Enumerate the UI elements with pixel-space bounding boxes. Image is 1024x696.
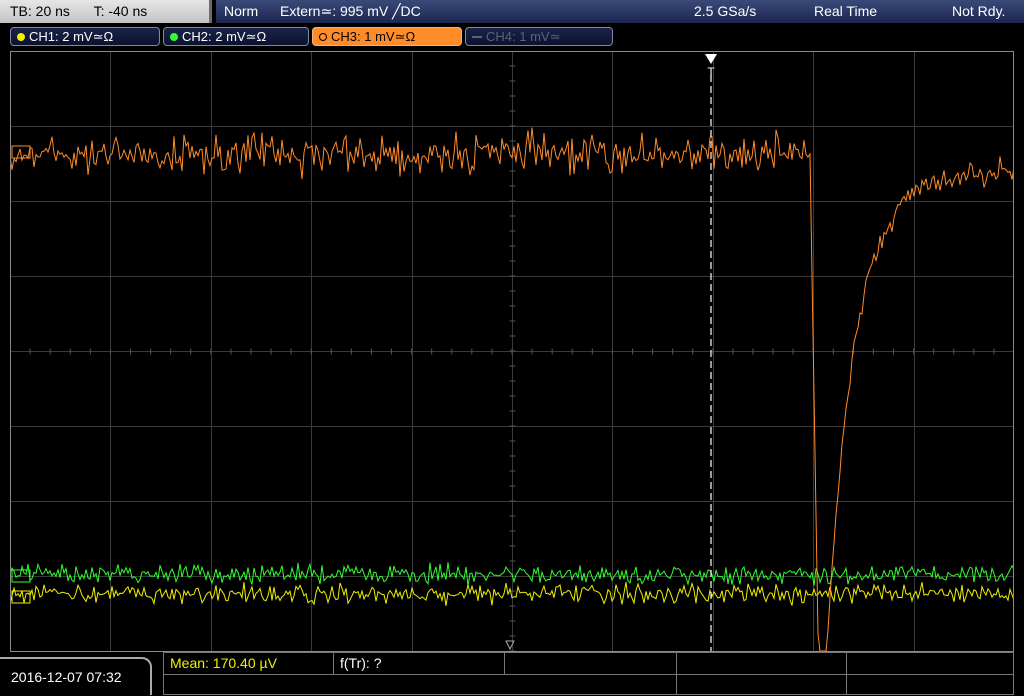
trigger-arrow-icon[interactable] xyxy=(705,54,717,64)
ch1-indicator-icon xyxy=(17,32,25,41)
channel-label-ch3: CH3: 1 mV≃Ω xyxy=(331,29,416,44)
ch3-indicator-icon xyxy=(319,32,327,41)
datetime-label: 2016-12-07 07:32 xyxy=(11,669,122,685)
channel-tab-ch4[interactable]: CH4: 1 mV≃ xyxy=(465,27,613,46)
timebase-box[interactable]: TB: 20 ns T: -40 ns xyxy=(0,0,212,23)
trigger-bar[interactable]: Norm Extern≃: 995 mV ╱DC 2.5 GSa/s Real … xyxy=(216,0,1024,23)
sample-rate-label: 2.5 GSa/s xyxy=(694,3,757,19)
ch2-indicator-icon xyxy=(170,32,178,41)
status-bar: TB: 20 ns T: -40 ns Norm Extern≃: 995 mV… xyxy=(0,0,1024,25)
trigger-source-label: Extern≃: 995 mV ╱DC xyxy=(280,3,421,19)
trigger-marker-label: T xyxy=(707,65,715,79)
trigger-time-label: T: -40 ns xyxy=(93,3,148,19)
datetime-box: 2016-12-07 07:32 xyxy=(0,657,152,695)
channel-label-ch2: CH2: 2 mV≃Ω xyxy=(182,29,267,44)
waveform-display[interactable]: T xyxy=(10,51,1014,651)
measurement-row-empty xyxy=(164,674,1013,696)
ch4-indicator-icon xyxy=(472,35,482,38)
timebase-label: TB: 20 ns xyxy=(10,3,70,19)
graticule xyxy=(10,51,1014,651)
status-label: Not Rdy. xyxy=(952,3,1006,19)
channel-tab-ch3[interactable]: CH3: 1 mV≃Ω xyxy=(312,27,462,46)
channel-label-ch1: CH1: 2 mV≃Ω xyxy=(29,29,114,44)
ftr-measurement[interactable]: f(Tr): ? xyxy=(334,653,505,674)
mean-measurement[interactable]: Mean: 170.40 µV xyxy=(164,653,334,674)
channel-tab-ch2[interactable]: CH2: 2 mV≃Ω xyxy=(163,27,309,46)
channel-label-ch4: CH4: 1 mV≃ xyxy=(486,29,561,44)
channel-tab-ch1[interactable]: CH1: 2 mV≃Ω xyxy=(10,27,160,46)
trigger-mode-label: Norm xyxy=(224,3,259,19)
measurement-panel[interactable]: Mean: 170.40 µV f(Tr): ? xyxy=(163,652,1014,695)
acquisition-mode-label: Real Time xyxy=(814,3,878,19)
